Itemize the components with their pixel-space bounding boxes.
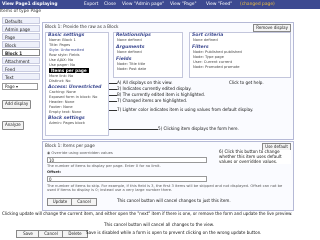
sort-filters-column: Sort criteria None defined Filters Node:… — [189, 32, 291, 78]
pointer-line — [109, 83, 117, 84]
relationships-column: Relationships None defined Arguments Non… — [113, 32, 183, 78]
close-link[interactable]: Close — [104, 0, 116, 9]
override-radio[interactable]: ◉ Override using overridden values — [47, 151, 113, 155]
sort-none: None defined — [193, 38, 218, 42]
offset-label: Offset: — [47, 170, 62, 174]
items-help-text: The number of items to display per page.… — [47, 164, 161, 168]
pointer-line — [109, 89, 117, 90]
setting-distinct[interactable]: Distinct: No — [46, 79, 108, 84]
display-tabs: Defaults Admin page Page Block Block 1 A… — [2, 17, 40, 130]
display-type-select[interactable]: Page ▾ — [2, 83, 38, 90]
tab-page[interactable]: Page — [2, 33, 40, 40]
editor-header: Block 1: Provide the raw as a Block — [45, 24, 119, 29]
offset-input[interactable]: 0 — [47, 176, 207, 182]
form-header: Block 1: Items per page — [45, 143, 95, 148]
tab-text[interactable]: Text — [2, 73, 40, 80]
update-button[interactable]: Update — [47, 198, 73, 206]
view-page-link[interactable]: View "Page" — [170, 0, 196, 9]
callout-save-disabled: Save is disabled while a form is open to… — [86, 230, 262, 235]
pointer-line — [109, 110, 117, 111]
analyze-button[interactable]: Analyze — [2, 121, 24, 130]
pointer-line — [109, 101, 117, 102]
tab-block[interactable]: Block — [2, 41, 40, 48]
callout-clicking-item: 5) Clicking item displays the form here. — [158, 126, 239, 131]
setting-empty-text[interactable]: Empty text: None — [46, 110, 108, 115]
tab-admin-page[interactable]: Admin page — [2, 25, 40, 32]
field-post-date[interactable]: Node: Post date — [114, 67, 182, 72]
callout-changed: 7) Changed items are highlighted. — [117, 98, 188, 103]
changed-tag: (changed page) — [240, 2, 275, 7]
filter-promoted[interactable]: Node: Promoted promote — [190, 65, 290, 70]
arguments-none: None defined — [117, 50, 142, 54]
callout-help: Click to get help. — [229, 80, 264, 85]
offset-help-text: The number of items to skip. For example… — [47, 184, 283, 193]
item-cancel-button[interactable]: Cancel — [71, 198, 97, 206]
save-button[interactable]: Save — [16, 230, 40, 238]
remove-display-button[interactable]: Remove display — [253, 24, 291, 32]
basic-settings-column: Basic settings Name: Block 1 Title: Page… — [45, 32, 109, 136]
callout-update: Clicking update will change the current … — [2, 211, 293, 216]
view-title: View Page1 displaying — [2, 2, 58, 7]
callout-cancel-all: This cancel button will cancel all chang… — [104, 222, 215, 227]
tab-defaults[interactable]: Defaults — [2, 17, 40, 24]
cancel-button[interactable]: Cancel — [38, 230, 64, 238]
view-admin-page-link[interactable]: View "Admin page" — [122, 0, 164, 9]
relationships-none: None defined — [117, 38, 142, 42]
title-bar: View Page1 displaying Export Close View … — [0, 0, 320, 9]
items-per-page-badge[interactable]: Items per page — [49, 68, 89, 73]
add-display-button[interactable]: Add display — [2, 100, 32, 109]
items-per-page-input[interactable]: 10 — [47, 157, 207, 163]
display-editor: Block 1: Provide the raw as a Block Remo… — [42, 22, 294, 140]
delete-button[interactable]: Delete — [62, 230, 88, 238]
subheading: Items of type Page — [0, 9, 42, 14]
callout-default-toggle: 6) Click this button to change whether t… — [219, 149, 291, 165]
export-link[interactable]: Export — [84, 0, 98, 9]
item-form-panel: Block 1: Items per page Use default ◉ Ov… — [42, 141, 294, 211]
tab-block-1[interactable]: Block 1 — [2, 49, 40, 56]
setting-block-admin[interactable]: Admin: Pages block — [46, 121, 108, 126]
pointer-line — [109, 95, 117, 96]
pointer-line — [109, 129, 158, 130]
view-feed-link[interactable]: View "Feed" — [206, 0, 232, 9]
callout-lighter-color: 7) Lighter color indicates item is using… — [117, 107, 254, 112]
tab-attachment[interactable]: Attachment — [2, 57, 40, 64]
callout-item-cancel: This cancel button will cancel changes t… — [117, 198, 231, 203]
tab-feed[interactable]: Feed — [2, 65, 40, 72]
